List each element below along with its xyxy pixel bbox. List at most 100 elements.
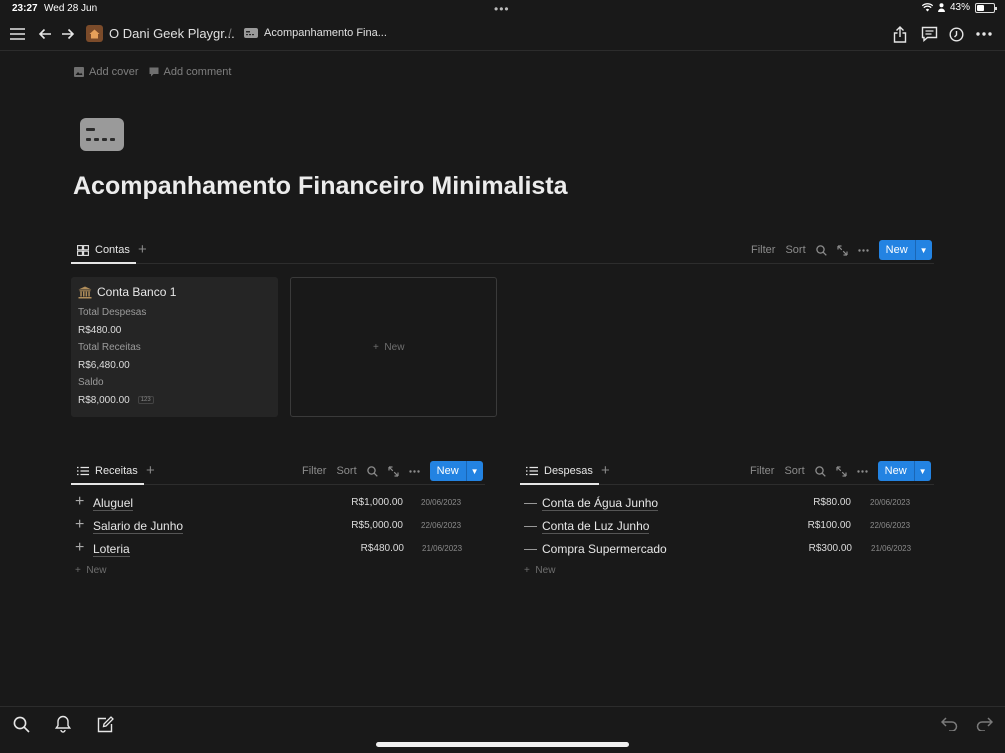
filter-button[interactable]: Filter (751, 244, 775, 256)
sort-button[interactable]: Sort (785, 244, 805, 256)
new-label: New (884, 465, 907, 477)
item-date: 22/06/2023 (421, 521, 462, 530)
status-bar: 23:27 Wed 28 Jun ••• 43% (0, 0, 1005, 18)
prop-label: Total Despesas (78, 307, 147, 318)
item-name[interactable]: Compra Supermercado (542, 542, 667, 556)
page-title[interactable]: Acompanhamento Financeiro Minimalista (73, 172, 568, 201)
expand-icon[interactable] (388, 465, 399, 477)
item-name[interactable]: Loteria (93, 542, 130, 557)
person-icon (937, 3, 945, 12)
prop-value: R$480.00 (78, 325, 122, 336)
prop-label: Total Receitas (78, 342, 141, 353)
search-icon[interactable] (815, 244, 827, 256)
expand-icon[interactable] (837, 244, 848, 256)
gallery-card[interactable]: Conta Banco 1 Total Despesas R$480.00 To… (71, 277, 278, 417)
tab-despesas[interactable]: Despesas (520, 459, 599, 485)
list-item[interactable]: + Aluguel R$1,000.00 20/06/2023 (71, 493, 485, 515)
despesas-db-header: Despesas + Filter Sort New ▼ (520, 459, 934, 485)
add-comment-button[interactable]: Add comment (149, 66, 232, 78)
new-receitas-button[interactable]: New ▼ (429, 461, 483, 481)
receitas-toolbar: Filter Sort New ▼ (302, 459, 483, 483)
new-receita-row[interactable]: + New (75, 565, 106, 576)
page-actions: Add cover Add comment (74, 66, 231, 78)
new-card-text: New (384, 342, 405, 353)
item-amount: R$100.00 (807, 520, 851, 531)
back-arrow-icon[interactable] (36, 25, 54, 43)
more-icon[interactable] (856, 469, 868, 473)
minus-icon: — (524, 518, 537, 533)
tab-receitas[interactable]: Receitas (71, 459, 144, 485)
more-icon[interactable] (408, 469, 420, 473)
new-row-label: New (86, 565, 107, 576)
chevron-down-icon[interactable]: ▼ (913, 461, 931, 481)
page-card-icon[interactable] (80, 118, 124, 151)
multitasking-dots-icon[interactable]: ••• (494, 2, 510, 16)
bell-icon[interactable] (53, 714, 73, 734)
item-name[interactable]: Conta de Água Junho (542, 496, 659, 511)
wifi-icon (921, 3, 933, 12)
new-gallery-card[interactable]: + New (290, 277, 497, 417)
prop-value: R$6,480.00 (78, 360, 130, 371)
tab-receitas-label: Receitas (95, 465, 138, 477)
tab-contas-label: Contas (95, 244, 130, 256)
redo-icon[interactable] (973, 714, 995, 734)
item-name[interactable]: Salario de Junho (93, 519, 184, 534)
minus-icon: — (524, 495, 537, 510)
list-item[interactable]: — Conta de Água Junho R$80.00 20/06/2023 (520, 493, 934, 515)
new-label: New (436, 465, 459, 477)
breadcrumb-workspace[interactable]: O Dani Geek Playgr... (86, 25, 235, 42)
menu-icon[interactable] (8, 25, 26, 43)
expand-icon[interactable] (836, 465, 847, 477)
chevron-down-icon[interactable]: ▼ (914, 240, 932, 260)
undo-icon[interactable] (938, 714, 960, 734)
chevron-down-icon[interactable]: ▼ (465, 461, 483, 481)
search-icon[interactable] (11, 714, 31, 734)
list-view-icon (77, 466, 89, 476)
item-name[interactable]: Conta de Luz Junho (542, 519, 650, 534)
list-item[interactable]: + Salario de Junho R$5,000.00 22/06/2023 (71, 516, 485, 538)
add-comment-label: Add comment (163, 66, 232, 78)
home-indicator[interactable] (376, 742, 629, 747)
sort-button[interactable]: Sort (784, 465, 804, 477)
despesas-toolbar: Filter Sort New ▼ (750, 459, 931, 483)
history-clock-icon[interactable] (946, 24, 966, 44)
tab-contas[interactable]: Contas (71, 238, 136, 264)
add-view-plus-icon[interactable]: + (138, 241, 147, 258)
card-icon (244, 28, 258, 38)
item-date: 20/06/2023 (421, 498, 462, 507)
add-cover-button[interactable]: Add cover (74, 66, 139, 78)
list-item[interactable]: + Loteria R$480.00 21/06/2023 (71, 539, 485, 561)
plus-icon: + (75, 539, 85, 556)
item-amount: R$5,000.00 (351, 520, 403, 531)
breadcrumb-separator: / (228, 26, 232, 41)
share-icon[interactable] (891, 24, 909, 44)
item-amount: R$80.00 (813, 497, 851, 508)
filter-button[interactable]: Filter (302, 465, 326, 477)
battery-icon (975, 2, 997, 13)
compose-icon[interactable] (95, 714, 115, 734)
more-icon[interactable] (857, 248, 869, 252)
list-item[interactable]: — Compra Supermercado R$300.00 21/06/202… (520, 539, 934, 561)
comment-icon (149, 67, 159, 77)
tab-despesas-label: Despesas (544, 465, 593, 477)
add-view-plus-icon[interactable]: + (601, 462, 610, 479)
breadcrumb-page[interactable]: Acompanhamento Fina... (244, 27, 387, 39)
card-title[interactable]: Conta Banco 1 (78, 285, 176, 299)
comments-icon[interactable] (919, 24, 939, 44)
forward-arrow-icon[interactable] (59, 25, 77, 43)
new-despesa-row[interactable]: + New (524, 565, 555, 576)
new-contas-button[interactable]: New ▼ (878, 240, 932, 260)
list-view-icon (526, 466, 538, 476)
search-icon[interactable] (814, 465, 826, 477)
new-row-label: New (535, 565, 556, 576)
new-despesas-button[interactable]: New ▼ (877, 461, 931, 481)
add-view-plus-icon[interactable]: + (146, 462, 155, 479)
more-options-icon[interactable] (973, 24, 995, 44)
sort-button[interactable]: Sort (336, 465, 356, 477)
list-item[interactable]: — Conta de Luz Junho R$100.00 22/06/2023 (520, 516, 934, 538)
house-icon (86, 25, 103, 42)
item-date: 22/06/2023 (870, 521, 911, 530)
item-name[interactable]: Aluguel (93, 496, 134, 511)
filter-button[interactable]: Filter (750, 465, 774, 477)
search-icon[interactable] (366, 465, 378, 477)
